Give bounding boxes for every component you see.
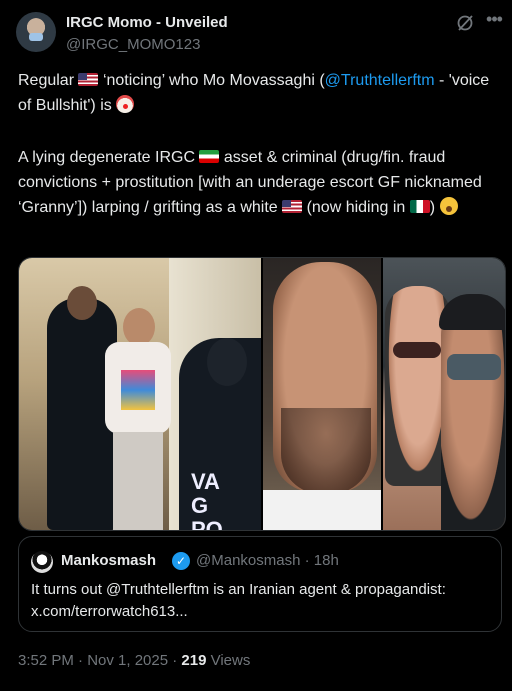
clown-emoji-icon — [116, 95, 135, 113]
text-segment: A lying degenerate IRGC — [18, 149, 195, 166]
quoted-tweet[interactable]: Mankosmash ✓ @Mankosmash · 18h It turns … — [18, 536, 502, 632]
tweet-paragraph-1: Regular ‘noticing’ who Mo Movassaghi (@T… — [18, 68, 496, 118]
text-segment: (now hiding in — [306, 199, 406, 216]
tweet-paragraph-2: A lying degenerate IRGC asset & criminal… — [18, 145, 496, 220]
quoted-author-name[interactable]: Mankosmash — [61, 552, 156, 569]
views-label: Views — [206, 652, 251, 669]
views-count: 219 — [181, 652, 207, 669]
shocked-emoji-icon — [439, 197, 458, 215]
mention-link[interactable]: @Truthtellerftm — [325, 72, 435, 89]
media-image-selfie[interactable] — [383, 258, 505, 530]
quoted-link-text[interactable]: x.com/terrorwatch613... — [31, 601, 493, 623]
verified-badge-icon: ✓ — [172, 552, 190, 570]
quoted-avatar[interactable] — [31, 551, 53, 573]
text-segment: Regular — [18, 72, 75, 89]
more-icon[interactable]: ••• — [484, 10, 504, 30]
media-image-arrest[interactable]: VA G PO — [19, 258, 261, 530]
timestamp[interactable]: 3:52 PM · Nov 1, 2025 · — [18, 652, 181, 669]
media-image-face[interactable] — [263, 258, 381, 530]
quoted-text: It turns out @Truthtellerftm is an Irani… — [31, 579, 493, 623]
tweet: IRGC Momo - Unveiled @IRGC_MOMO123 ••• R… — [0, 0, 512, 691]
author-avatar[interactable] — [16, 12, 56, 52]
image-text: VA G PO — [191, 469, 223, 531]
quoted-text-line: It turns out @Truthtellerftm is an Irani… — [31, 581, 446, 598]
tweet-meta: 3:52 PM · Nov 1, 2025 · 219 Views — [18, 652, 250, 669]
media-attachment[interactable]: VA G PO — [18, 257, 506, 531]
us-flag-icon — [78, 73, 99, 86]
author-name[interactable]: IRGC Momo - Unveiled — [66, 14, 228, 31]
text-segment: ‘noticing’ who Mo Movassaghi ( — [102, 72, 325, 89]
text-segment: ) — [429, 199, 436, 216]
grok-icon[interactable] — [455, 13, 475, 33]
mexico-flag-icon — [409, 200, 430, 213]
author-handle[interactable]: @IRGC_MOMO123 — [66, 36, 200, 53]
us-flag-icon — [282, 200, 303, 213]
iran-flag-icon — [199, 150, 220, 163]
quoted-handle-time: @Mankosmash · 18h — [196, 552, 339, 569]
